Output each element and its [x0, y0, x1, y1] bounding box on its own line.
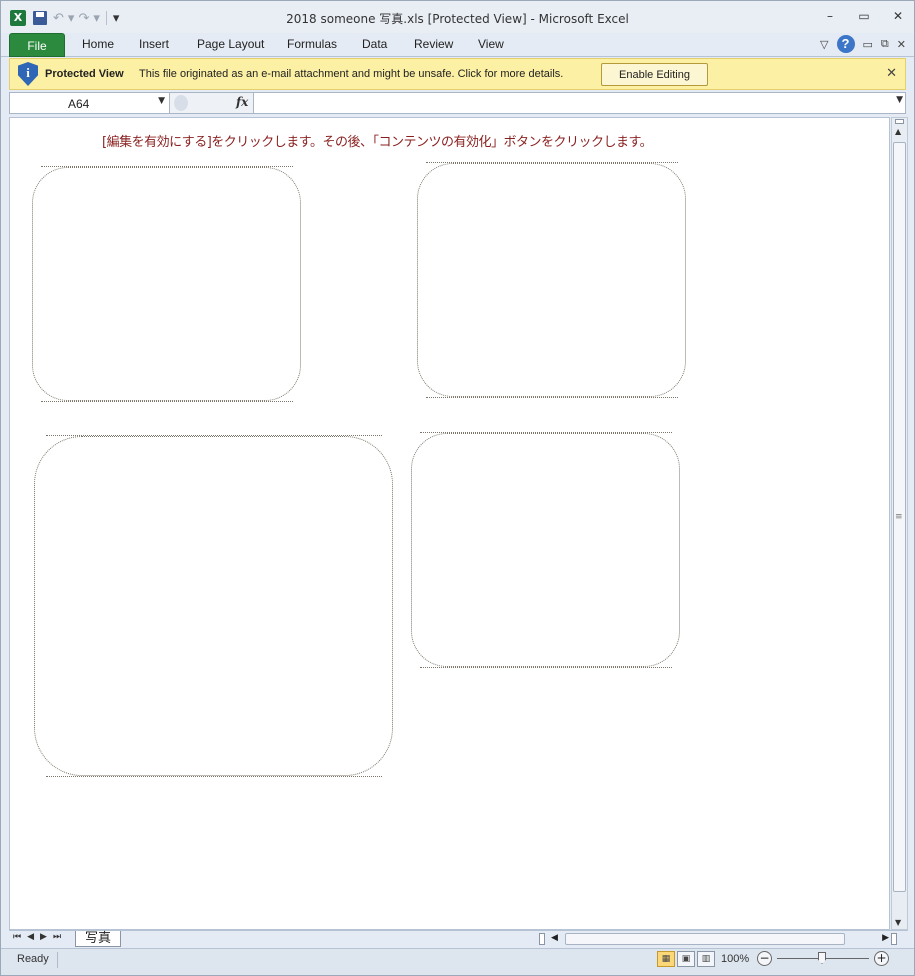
title-bar: X ↶ ▾ ↷ ▾ ▾ 2018 someone 写真.xls [Protect…	[1, 1, 914, 33]
picture-bottom-edge	[46, 776, 382, 777]
window-title: 2018 someone 写真.xls [Protected View] - M…	[286, 12, 629, 26]
enable-content-instruction: [編集を有効にする]をクリックします。その後、「コンテンツの有効化」ボタンをクリ…	[102, 135, 653, 150]
prev-sheet-icon[interactable]: ◀	[27, 932, 34, 942]
view-switcher: ▦ ▣ ▥	[657, 951, 715, 967]
picture-placeholder[interactable]	[32, 167, 301, 401]
workbook-restore-icon[interactable]: ⧉	[881, 37, 889, 51]
tab-home[interactable]: Home	[82, 37, 114, 51]
tab-split-box[interactable]	[539, 933, 545, 945]
tab-data[interactable]: Data	[362, 37, 387, 51]
formula-input[interactable]	[255, 93, 893, 113]
normal-view-icon[interactable]: ▦	[657, 951, 675, 967]
tab-page-layout[interactable]: Page Layout	[197, 37, 264, 51]
resize-handle-icon[interactable]	[174, 95, 188, 111]
first-sheet-icon[interactable]: ⏮	[13, 932, 21, 942]
sheet-navigation: ⏮ ◀ ▶ ⏭	[13, 932, 61, 942]
picture-placeholder[interactable]	[417, 163, 686, 397]
close-icon[interactable]: ✕	[892, 9, 904, 23]
workbook-minimize-icon[interactable]: ▭	[863, 38, 873, 51]
workbook-close-icon[interactable]: ✕	[897, 38, 906, 51]
scroll-down-icon[interactable]: ▼	[895, 918, 901, 927]
close-icon[interactable]: ✕	[886, 66, 897, 81]
last-sheet-icon[interactable]: ⏭	[53, 932, 61, 942]
tab-view[interactable]: View	[478, 37, 504, 51]
formula-bar-controls: fx	[170, 93, 254, 113]
protected-view-title: Protected View	[45, 68, 124, 80]
split-box[interactable]	[895, 119, 904, 124]
tab-file[interactable]: File	[9, 33, 65, 57]
page-break-view-icon[interactable]: ▥	[697, 951, 715, 967]
expand-formula-bar-icon[interactable]: ▼	[896, 95, 903, 105]
horizontal-scroll-thumb[interactable]	[565, 933, 845, 945]
scroll-left-icon[interactable]: ◀	[551, 933, 558, 943]
shield-info-icon: i	[18, 62, 38, 86]
next-sheet-icon[interactable]: ▶	[40, 932, 47, 942]
name-box[interactable]: A64 ▼	[10, 93, 170, 113]
worksheet-grid[interactable]: [編集を有効にする]をクリックします。その後、「コンテンツの有効化」ボタンをクリ…	[9, 117, 890, 930]
excel-window: X ↶ ▾ ↷ ▾ ▾ 2018 someone 写真.xls [Protect…	[0, 0, 915, 976]
horizontal-scrollbar[interactable]: ◀ ▶	[539, 932, 897, 947]
zoom-out-icon[interactable]: −	[757, 951, 772, 966]
ribbon-tabs: File Home Insert Page Layout Formulas Da…	[1, 33, 914, 57]
status-bar: Ready ▦ ▣ ▥ 100% − +	[1, 948, 914, 975]
tab-insert[interactable]: Insert	[139, 37, 169, 51]
picture-placeholder[interactable]	[411, 433, 680, 667]
picture-placeholder[interactable]	[34, 436, 393, 776]
minimize-icon[interactable]: –	[824, 9, 836, 23]
picture-bottom-edge	[420, 667, 672, 668]
tab-formulas[interactable]: Formulas	[287, 37, 337, 51]
help-icon[interactable]: ?	[836, 35, 855, 53]
status-divider	[57, 952, 58, 968]
zoom-level[interactable]: 100%	[721, 953, 749, 965]
sheet-tab-bar: ⏮ ◀ ▶ ⏭ 写真 ◀ ▶	[9, 930, 908, 947]
formula-bar: A64 ▼ fx ▼	[9, 92, 906, 114]
status-ready: Ready	[17, 953, 49, 965]
zoom-in-icon[interactable]: +	[874, 951, 889, 966]
picture-bottom-edge	[426, 397, 678, 398]
insert-function-icon[interactable]: fx	[236, 95, 248, 109]
minimize-ribbon-icon[interactable]: ▽	[820, 38, 828, 51]
protected-view-message[interactable]: This file originated as an e-mail attach…	[139, 68, 563, 80]
sheet-tab-photos[interactable]: 写真	[75, 931, 121, 947]
page-layout-view-icon[interactable]: ▣	[677, 951, 695, 967]
horizontal-split-box[interactable]	[891, 933, 897, 945]
scroll-up-icon[interactable]: ▲	[895, 127, 901, 136]
name-box-value: A64	[68, 97, 90, 111]
tab-review[interactable]: Review	[414, 37, 453, 51]
picture-bottom-edge	[41, 401, 293, 402]
vertical-scrollbar[interactable]: ▲ ≡ ▼	[891, 117, 908, 930]
restore-icon[interactable]: ▭	[858, 9, 870, 23]
ribbon-right-controls: ▽ ? ▭ ⧉ ✕	[820, 35, 906, 53]
enable-editing-button[interactable]: Enable Editing	[601, 63, 708, 86]
chevron-down-icon[interactable]: ▼	[158, 96, 165, 106]
window-controls: – ▭ ✕	[824, 9, 904, 23]
scroll-right-icon[interactable]: ▶	[882, 933, 889, 943]
zoom-slider-thumb[interactable]	[818, 952, 826, 964]
protected-view-bar: i Protected View This file originated as…	[9, 58, 906, 90]
scroll-grip-icon: ≡	[895, 512, 903, 522]
